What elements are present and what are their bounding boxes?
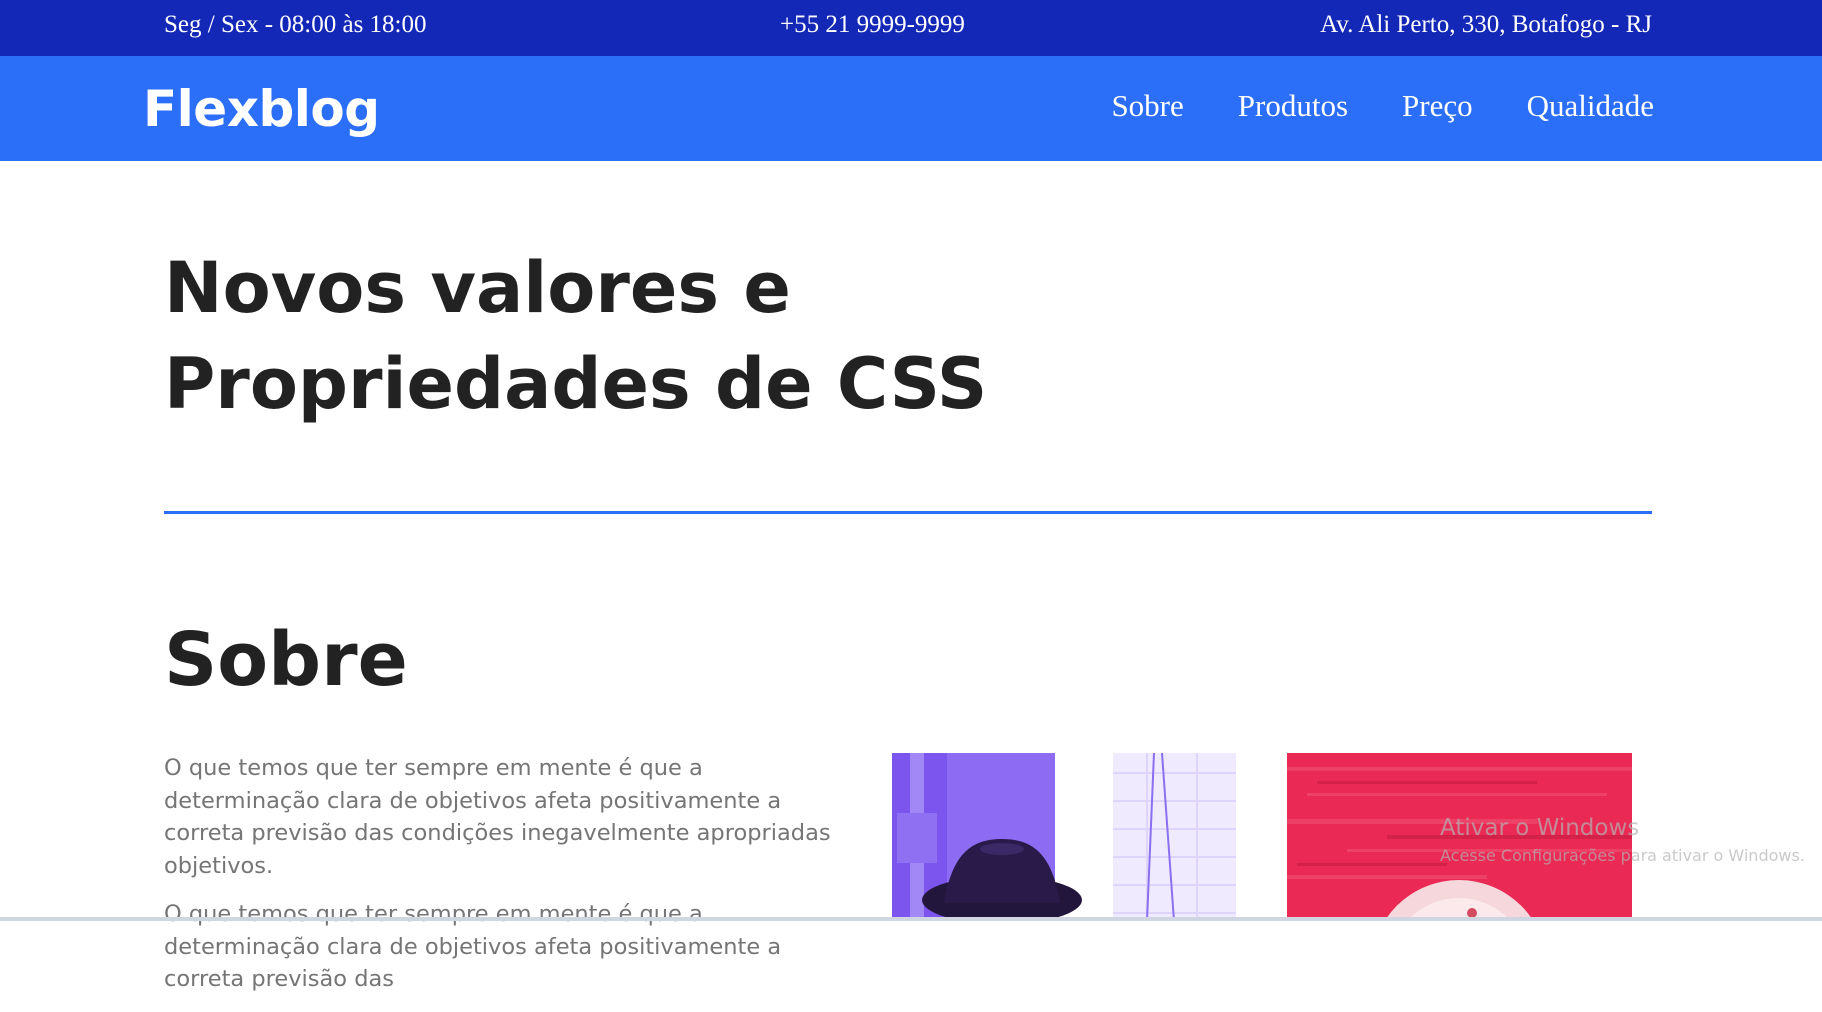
top-info-bar: Seg / Sex - 08:00 às 18:00 +55 21 9999-9… [0, 0, 1822, 56]
about-image-vinyl [1287, 753, 1632, 921]
section-title-sobre: Sobre [164, 617, 408, 703]
nav-link-sobre[interactable]: Sobre [1111, 86, 1183, 126]
nav-link-produtos[interactable]: Produtos [1238, 86, 1348, 126]
phone-number: +55 21 9999-9999 [780, 11, 965, 38]
page-title-line-1: Novos valores e [164, 247, 791, 329]
about-text: O que temos que ter sempre em mente é qu… [164, 752, 864, 1012]
nav-link-qualidade[interactable]: Qualidade [1527, 86, 1654, 126]
section-divider [164, 511, 1652, 514]
address: Av. Ali Perto, 330, Botafogo - RJ [1320, 11, 1652, 38]
vinyl-photo [1287, 753, 1632, 921]
page-title: Novos valores e Propriedades de CSS [164, 240, 1064, 432]
hat-photo [892, 753, 1236, 921]
nav-link-preco[interactable]: Preço [1402, 86, 1473, 126]
business-hours: Seg / Sex - 08:00 às 18:00 [164, 11, 427, 38]
site-logo[interactable]: Flexblog [143, 79, 380, 139]
window-bottom-edge [0, 917, 1822, 921]
main-nav: Sobre Produtos Preço Qualidade [1111, 86, 1654, 126]
about-paragraph: O que temos que ter sempre em mente é qu… [164, 901, 782, 992]
about-image-hat [892, 753, 1236, 921]
about-paragraph: O que temos que ter sempre em mente é qu… [164, 755, 831, 879]
main-header: Flexblog Sobre Produtos Preço Qualidade [0, 56, 1822, 161]
page-title-line-2: Propriedades de CSS [164, 343, 988, 425]
